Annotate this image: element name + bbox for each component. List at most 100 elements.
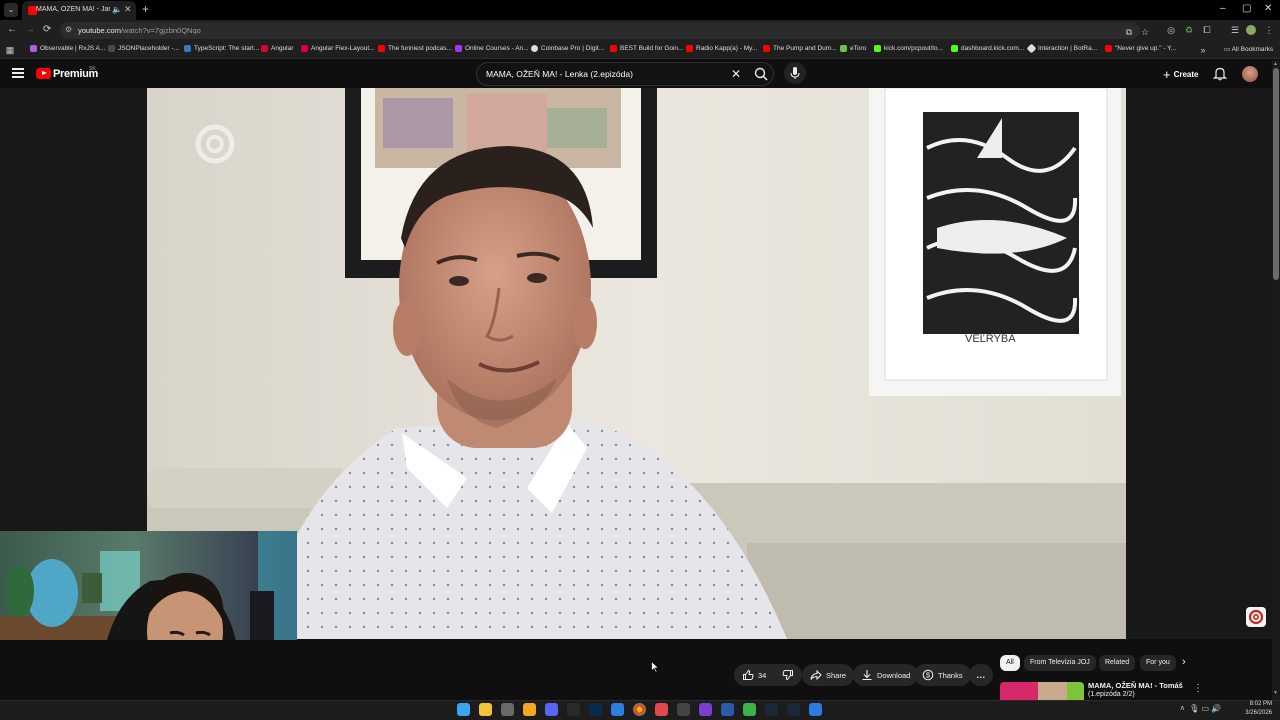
browser-tab[interactable]: MAMA, OŽEŇ MA! - Jarka 🔈 ✕ [22,1,136,20]
bookmark-item[interactable]: kick.com/pcpout/lo... [874,45,943,52]
bookmark-item[interactable]: JSONPlaceholder -... [108,45,179,52]
bookmark-item[interactable]: Angular [261,45,293,52]
bookmark-item[interactable]: TypeScript: The start... [184,45,259,52]
app-icon[interactable] [677,703,690,716]
reload-icon[interactable]: ⟳ [43,24,51,35]
more-bookmarks-icon[interactable]: » [1198,45,1208,55]
extensions-puzzle-icon[interactable]: ⧠ [1202,25,1212,35]
share-button[interactable]: Share [802,664,855,686]
steam-icon[interactable] [787,703,800,716]
chip-all[interactable]: All [1000,655,1020,671]
bookmark-item[interactable]: The funniest podcas... [378,45,452,52]
bookmark-item[interactable]: Observable | RxJS A... [30,45,105,52]
scroll-down-icon[interactable]: ▼ [1273,690,1278,696]
app-icon[interactable] [523,703,536,716]
close-window-icon[interactable]: ✕ [1264,3,1272,14]
hamburger-menu-icon[interactable] [12,68,24,78]
app-icon[interactable] [809,703,822,716]
channel-logo-icon[interactable] [1246,607,1266,627]
search-box[interactable]: MAMA, OŽEŇ MA! - Lenka (2.epizóda) ✕ [476,62,774,86]
download-button[interactable]: Download [853,664,919,686]
like-count[interactable]: 34 [758,671,766,680]
bookmark-item[interactable]: eToro [840,45,866,52]
extension-icon[interactable]: ◎ [1166,25,1176,35]
recommendation-thumbnail[interactable] [1000,682,1084,700]
youtube-logo-icon[interactable] [36,68,51,79]
new-tab-icon[interactable]: + [142,2,149,16]
photoshop-icon[interactable] [589,703,602,716]
microphone-icon[interactable]: 🎙 [1189,704,1199,713]
profile-avatar[interactable] [1246,25,1256,35]
tab-close-icon[interactable]: ✕ [124,4,132,15]
bookmark-item[interactable]: Coinbase Pro | Digit... [531,45,604,52]
app-icon[interactable] [611,703,624,716]
back-icon[interactable]: ← [7,24,17,35]
network-icon[interactable]: ▭ [1202,704,1210,713]
avatar[interactable] [1242,66,1258,82]
address-bar[interactable]: ⚙ youtube.com/watch?v=7gjzbn0QNqo ⧉ ☆ [60,22,1149,39]
more-vertical-icon[interactable]: ⋮ [1193,683,1203,694]
chip-from-channel[interactable]: From Televízia JOJ [1024,655,1096,671]
discord-icon[interactable] [545,703,558,716]
bookmark-favicon-icon [763,45,770,52]
maximize-icon[interactable]: ▢ [1242,3,1251,14]
extension-icon[interactable]: ♻ [1184,25,1194,35]
chevron-right-icon[interactable]: › [1182,656,1186,668]
bookmark-favicon-icon [951,45,958,52]
like-icon[interactable] [742,669,754,681]
bookmark-item[interactable]: The Pump and Dum... [763,45,837,52]
forward-icon[interactable]: → [25,24,35,35]
app-icon[interactable] [699,703,712,716]
clear-search-icon[interactable]: ✕ [731,67,741,81]
app-icon[interactable] [655,703,668,716]
app-icon[interactable] [743,703,756,716]
file-explorer-icon[interactable] [479,703,492,716]
thanks-button[interactable]: $ Thanks [914,664,971,686]
install-app-icon[interactable]: ⧉ [1124,27,1134,37]
more-actions-button[interactable]: ... [969,664,993,686]
bookmark-favicon-icon [686,45,693,52]
apps-grid-icon[interactable]: ▦ [5,45,15,55]
bookmark-item[interactable]: Online Courses - An... [455,45,529,52]
clock-date[interactable]: 3/26/2026 [1240,710,1272,716]
minimize-icon[interactable]: – [1220,3,1226,14]
volume-icon[interactable]: 🔊 [1211,704,1221,713]
clock-time[interactable]: 8:02 PM [1244,701,1272,707]
bookmark-item[interactable]: Angular Flex-Layout... [301,45,375,52]
app-icon[interactable] [567,703,580,716]
steam-icon[interactable] [765,703,778,716]
site-info-icon[interactable]: ⚙ [65,25,72,34]
notifications-bell-icon[interactable] [1213,66,1227,81]
bookmark-favicon-icon [874,45,881,52]
dislike-icon[interactable] [782,669,794,681]
bookmark-item[interactable]: dashboard.kick.com... [951,45,1024,52]
task-view-icon[interactable] [501,703,514,716]
app-icon[interactable] [721,703,734,716]
microphone-icon[interactable] [784,62,806,84]
tab-groups-icon[interactable]: ☰ [1230,25,1240,35]
chip-related[interactable]: Related [1099,655,1136,671]
bookmark-favicon-icon [378,45,385,52]
tab-search-icon[interactable]: ⌄ [4,3,18,17]
browser-toolbar: ← → ⟳ ⚙ youtube.com/watch?v=7gjzbn0QNqo … [0,20,1280,41]
scroll-up-icon[interactable]: ▲ [1273,61,1278,67]
bookmark-item[interactable]: BEST Build for Goin... [610,45,683,52]
windows-start-icon[interactable] [457,703,470,716]
bookmark-star-icon[interactable]: ☆ [1140,27,1150,37]
system-tray[interactable]: ˄ 🎙 ▭ 🔊 [1180,704,1221,713]
chevron-up-icon[interactable]: ˄ [1180,704,1185,713]
scrollbar-thumb[interactable] [1273,68,1279,280]
browser-menu-icon[interactable]: ⋮ [1264,25,1274,35]
create-button[interactable]: + Create [1158,64,1202,84]
all-bookmarks-button[interactable]: ▭ All Bookmarks [1224,45,1273,53]
chip-for-you[interactable]: For you [1140,655,1176,671]
search-icon[interactable] [753,66,769,82]
bookmark-item[interactable]: "Never give up." - Y... [1105,45,1176,52]
bookmark-item[interactable]: Interaction | BotRa... [1026,43,1097,54]
bookmark-item[interactable]: Radio Kapp(a) - My... [686,45,757,52]
search-input[interactable]: MAMA, OŽEŇ MA! - Lenka (2.epizóda) [486,69,633,79]
tab-audio-icon[interactable]: 🔈 [112,5,122,14]
recommendation-subtitle[interactable]: (1.epizóda 2/2) [1088,691,1135,698]
chrome-icon[interactable] [633,703,646,716]
recommendation-title[interactable]: MAMA, OŽEŇ MA! - Tomáš [1088,681,1183,690]
